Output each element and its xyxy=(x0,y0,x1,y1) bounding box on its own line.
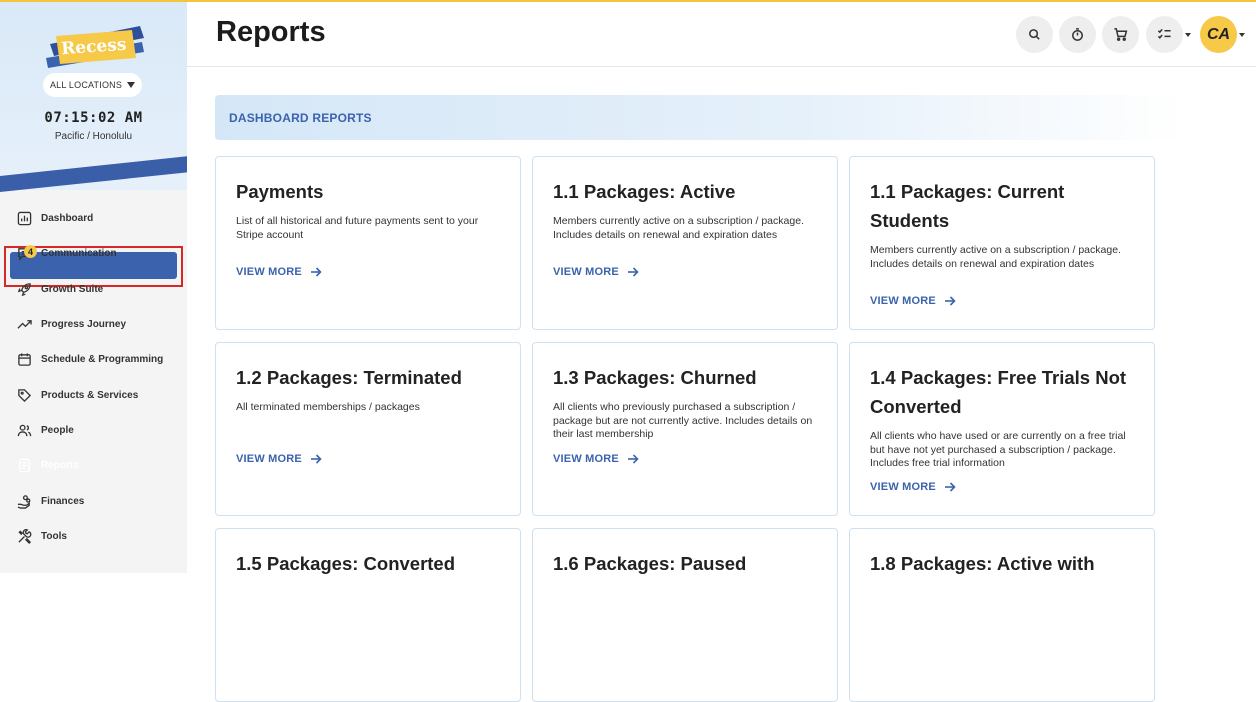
caret-down-icon xyxy=(127,82,136,88)
sidebar-item-label: Communication xyxy=(41,248,117,260)
location-dropdown[interactable]: ALL LOCATIONS xyxy=(43,73,142,97)
arrow-right-icon xyxy=(310,267,322,277)
tag-icon xyxy=(16,387,32,403)
clock: 07:15:02 AM xyxy=(44,110,143,126)
card-title: 1.1 Packages: Active xyxy=(553,181,736,202)
sidebar: Recess ALL LOCATIONS 07:15:02 AM Pacific… xyxy=(0,0,187,573)
checklist-button[interactable] xyxy=(1146,16,1183,53)
caret-down-icon[interactable] xyxy=(1239,33,1245,37)
card-title: 1.4 Packages: Free Trials Not Converted xyxy=(870,367,1127,417)
location-label: ALL LOCATIONS xyxy=(49,80,123,90)
report-card[interactable]: 1.3 Packages: Churned All clients who pr… xyxy=(532,342,838,516)
card-title: 1.3 Packages: Churned xyxy=(553,367,757,388)
card-title: 1.2 Packages: Terminated xyxy=(236,367,462,388)
card-description: All clients who have used or are current… xyxy=(870,430,1126,469)
page-title: Reports xyxy=(216,16,326,48)
bar-chart-icon xyxy=(16,211,32,227)
trend-icon xyxy=(16,317,32,333)
arrow-right-icon xyxy=(944,296,956,306)
view-more-link[interactable]: VIEW MORE xyxy=(870,481,956,493)
view-more-link[interactable]: VIEW MORE xyxy=(553,453,639,465)
timer-icon xyxy=(1072,28,1083,41)
people-icon xyxy=(16,422,32,438)
cart-button[interactable] xyxy=(1102,16,1139,53)
sidebar-item-label: Growth Suite xyxy=(41,283,104,295)
sidebar-item-people[interactable]: People xyxy=(0,413,187,448)
sidebar-item-growth-suite[interactable]: Growth Suite xyxy=(0,272,187,307)
card-description: Members currently active on a subscripti… xyxy=(553,215,804,241)
card-description: All clients who previously purchased a s… xyxy=(553,401,813,440)
arrow-right-icon xyxy=(310,454,322,464)
hand-coins-icon xyxy=(16,493,32,509)
report-card[interactable]: 1.1 Packages: Current Students Members c… xyxy=(849,156,1155,330)
card-title: 1.6 Packages: Paused xyxy=(553,553,747,574)
card-description: List of all historical and future paymen… xyxy=(236,215,479,241)
document-icon xyxy=(16,458,32,474)
calendar-icon xyxy=(16,352,32,368)
view-more-link[interactable]: VIEW MORE xyxy=(870,295,956,307)
timer-button[interactable] xyxy=(1059,16,1096,53)
caret-down-icon[interactable] xyxy=(1185,33,1191,37)
report-card[interactable]: 1.5 Packages: Converted xyxy=(215,528,521,702)
recess-logo[interactable]: Recess xyxy=(46,22,146,74)
sidebar-item-label: Finances xyxy=(41,495,85,507)
notification-badge: 4 xyxy=(24,245,37,259)
arrow-right-icon xyxy=(627,454,639,464)
card-title: Payments xyxy=(236,181,324,202)
section-header: DASHBOARD REPORTS xyxy=(215,95,1185,140)
arrow-right-icon xyxy=(944,482,956,492)
card-description: Members currently active on a subscripti… xyxy=(870,244,1121,270)
sidebar-item-label: Reports xyxy=(41,460,79,472)
card-title: 1.5 Packages: Converted xyxy=(236,553,456,574)
sidebar-item-label: Dashboard xyxy=(41,213,94,225)
sidebar-item-finances[interactable]: Finances xyxy=(0,483,187,518)
sidebar-item-reports[interactable]: Reports xyxy=(0,448,187,483)
card-title: 1.8 Packages: Active with xyxy=(870,553,1095,574)
search-button[interactable] xyxy=(1016,16,1053,53)
sidebar-nav: Dashboard 4 Communication Growth Suite P… xyxy=(0,201,187,554)
card-description: All terminated memberships / packages xyxy=(236,401,420,413)
rocket-icon xyxy=(16,281,32,297)
sidebar-item-label: People xyxy=(41,424,74,436)
sidebar-item-dashboard[interactable]: Dashboard xyxy=(0,201,187,236)
checklist-icon xyxy=(1157,28,1171,39)
search-icon xyxy=(1029,29,1040,40)
cart-icon xyxy=(1114,28,1128,41)
view-more-link[interactable]: VIEW MORE xyxy=(553,266,639,278)
report-card[interactable]: 1.4 Packages: Free Trials Not Converted … xyxy=(849,342,1155,516)
report-card[interactable]: Payments List of all historical and futu… xyxy=(215,156,521,330)
sidebar-item-label: Tools xyxy=(41,530,67,542)
top-accent-line xyxy=(0,0,1256,2)
sidebar-item-label: Schedule & Programming xyxy=(41,354,164,366)
arrow-right-icon xyxy=(627,267,639,277)
sidebar-item-tools[interactable]: Tools xyxy=(0,519,187,554)
sidebar-item-schedule[interactable]: Schedule & Programming xyxy=(0,342,187,377)
report-card[interactable]: 1.2 Packages: Terminated All terminated … xyxy=(215,342,521,516)
view-more-link[interactable]: VIEW MORE xyxy=(236,453,322,465)
sidebar-item-label: Products & Services xyxy=(41,389,139,401)
report-card[interactable]: 1.1 Packages: Active Members currently a… xyxy=(532,156,838,330)
report-card[interactable]: 1.8 Packages: Active with xyxy=(849,528,1155,702)
top-header: Reports CA xyxy=(187,0,1256,67)
view-more-link[interactable]: VIEW MORE xyxy=(236,266,322,278)
report-card[interactable]: 1.6 Packages: Paused xyxy=(532,528,838,702)
sidebar-item-label: Progress Journey xyxy=(41,319,127,331)
tools-icon xyxy=(16,528,32,544)
card-title: 1.1 Packages: Current Students xyxy=(870,181,1065,231)
sidebar-item-products[interactable]: Products & Services xyxy=(0,377,187,412)
timezone-label: Pacific / Honolulu xyxy=(54,131,133,142)
avatar[interactable]: CA xyxy=(1200,16,1237,53)
sidebar-item-progress-journey[interactable]: Progress Journey xyxy=(0,307,187,342)
sidebar-item-communication[interactable]: 4 Communication xyxy=(0,236,187,271)
